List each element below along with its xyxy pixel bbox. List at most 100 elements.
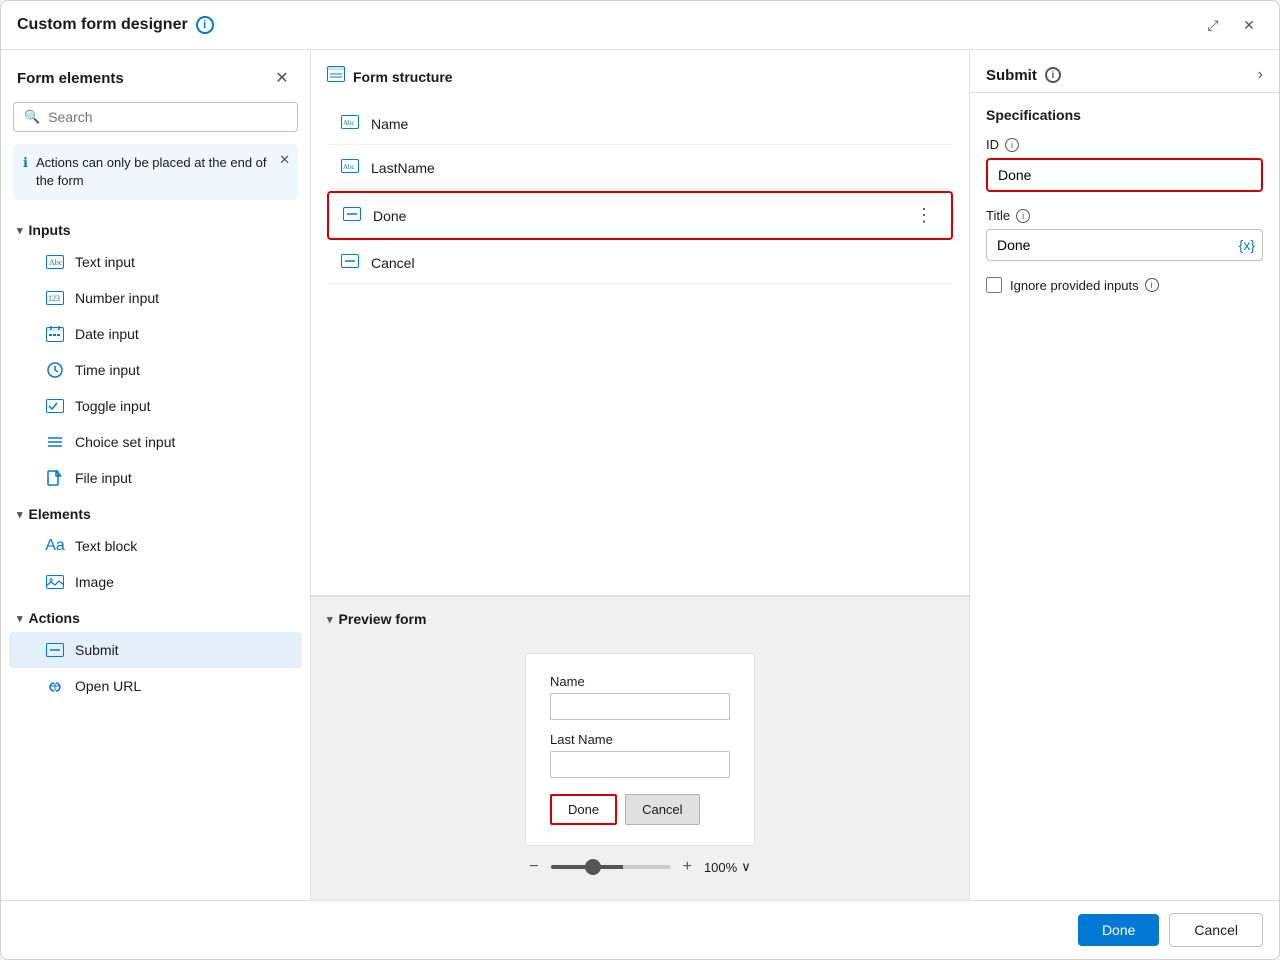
sidebar-item-number-input[interactable]: 123 Number input [9, 280, 302, 316]
search-icon: 🔍 [24, 109, 40, 125]
sidebar-item-file-input[interactable]: File input [9, 460, 302, 496]
sidebar-item-text-block[interactable]: Aa Text block [9, 528, 302, 564]
preview-name-label: Name [550, 674, 730, 689]
time-input-icon [45, 360, 65, 380]
specs-section: Specifications ID i Title i [970, 93, 1279, 307]
preview-cancel-button[interactable]: Cancel [625, 794, 699, 825]
name-item-icon: Abc [341, 115, 361, 132]
svg-text:123: 123 [48, 294, 60, 303]
form-item-done[interactable]: Done ⋮ [327, 191, 953, 240]
choice-set-input-label: Choice set input [75, 434, 175, 450]
done-item-icon [343, 207, 363, 224]
title-field-info-icon[interactable]: i [1016, 209, 1030, 223]
right-panel-info-icon[interactable]: i [1045, 67, 1061, 83]
cancel-item-label: Cancel [371, 255, 939, 271]
id-label-text: ID [986, 137, 999, 152]
right-panel-header: Submit i › [970, 50, 1279, 93]
info-banner-icon: ℹ [23, 155, 28, 171]
preview-done-button[interactable]: Done [550, 794, 617, 825]
sidebar-item-image[interactable]: Image [9, 564, 302, 600]
search-box[interactable]: 🔍 [13, 102, 298, 132]
expression-icon[interactable]: {x} [1239, 237, 1255, 253]
preview-name-input[interactable] [550, 693, 730, 720]
done-button[interactable]: Done [1078, 914, 1159, 946]
lastname-item-icon: Abc [341, 159, 361, 176]
text-block-icon: Aa [45, 536, 65, 556]
form-structure-header: Form structure [327, 66, 953, 87]
preview-card: Name Last Name Done Cancel [525, 653, 755, 846]
elements-chevron-icon: ▾ [17, 508, 23, 521]
zoom-chevron-icon[interactable]: ∨ [741, 859, 751, 875]
zoom-plus-button[interactable]: + [683, 858, 692, 876]
inputs-chevron-icon: ▾ [17, 224, 23, 237]
elements-section-header[interactable]: ▾ Elements [1, 496, 310, 528]
file-input-icon [45, 468, 65, 488]
cancel-button[interactable]: Cancel [1169, 913, 1263, 947]
close-window-button[interactable]: ✕ [1235, 11, 1263, 39]
zoom-slider[interactable] [551, 865, 671, 869]
sidebar-item-time-input[interactable]: Time input [9, 352, 302, 388]
toggle-input-label: Toggle input [75, 398, 151, 414]
done-item-more-button[interactable]: ⋮ [911, 205, 937, 226]
title-bar: Custom form designer i ⤢ ✕ [1, 1, 1279, 50]
submit-label: Submit [75, 642, 119, 658]
title-field-label: Title i [986, 208, 1263, 223]
right-panel-arrow-icon[interactable]: › [1258, 66, 1263, 84]
panel-scroll: ▾ Inputs Abc Text input [1, 212, 310, 900]
sidebar-item-date-input[interactable]: Date input [9, 316, 302, 352]
id-field-info-icon[interactable]: i [1005, 138, 1019, 152]
ignore-inputs-label[interactable]: Ignore provided inputs i [1010, 278, 1159, 293]
info-banner: ℹ Actions can only be placed at the end … [13, 144, 298, 200]
search-input[interactable] [48, 109, 287, 125]
preview-lastname-label: Last Name [550, 732, 730, 747]
form-item-lastname[interactable]: Abc LastName [327, 147, 953, 189]
preview-header[interactable]: ▾ Preview form [311, 597, 969, 637]
choice-set-input-icon [45, 432, 65, 452]
form-item-name[interactable]: Abc Name [327, 103, 953, 145]
preview-zoom: − + 100% ∨ [529, 846, 750, 884]
sidebar-item-submit[interactable]: Submit [9, 632, 302, 668]
title-label-text: Title [986, 208, 1010, 223]
inputs-section-header[interactable]: ▾ Inputs [1, 212, 310, 244]
form-structure-area: Form structure Abc Name [311, 50, 969, 596]
left-panel-close-button[interactable]: ✕ [270, 66, 294, 90]
title-field-group: Title i {x} [986, 208, 1263, 261]
center-panel: Form structure Abc Name [311, 50, 969, 900]
preview-lastname-input[interactable] [550, 751, 730, 778]
sidebar-item-text-input[interactable]: Abc Text input [9, 244, 302, 280]
ignore-inputs-info-icon[interactable]: i [1145, 278, 1159, 292]
zoom-minus-button[interactable]: − [529, 858, 538, 876]
right-panel-title-text: Submit [986, 67, 1037, 84]
left-panel: Form elements ✕ 🔍 ℹ Actions can only be … [1, 50, 311, 900]
right-panel-title: Submit i [986, 67, 1061, 84]
minimize-button[interactable]: ⤢ [1199, 11, 1227, 39]
title-field-input[interactable] [986, 229, 1263, 261]
cancel-item-icon [341, 254, 361, 271]
sidebar-item-choice-set-input[interactable]: Choice set input [9, 424, 302, 460]
preview-body: Name Last Name Done Cancel − + [311, 637, 969, 900]
info-banner-close-button[interactable]: ✕ [279, 152, 290, 168]
id-field-input[interactable] [986, 158, 1263, 192]
main-content: Form elements ✕ 🔍 ℹ Actions can only be … [1, 50, 1279, 900]
ignore-inputs-checkbox[interactable] [986, 277, 1002, 293]
actions-section-header[interactable]: ▾ Actions [1, 600, 310, 632]
form-item-cancel[interactable]: Cancel [327, 242, 953, 284]
number-input-icon: 123 [45, 288, 65, 308]
specs-title: Specifications [986, 107, 1263, 123]
sidebar-item-open-url[interactable]: Open URL [9, 668, 302, 704]
id-field-group: ID i [986, 137, 1263, 192]
text-input-icon: Abc [45, 252, 65, 272]
ignore-inputs-label-text: Ignore provided inputs [1010, 278, 1139, 293]
title-text: Custom form designer [17, 16, 188, 34]
actions-label: Actions [29, 610, 80, 626]
image-icon [45, 572, 65, 592]
title-info-icon[interactable]: i [196, 16, 214, 34]
main-window: Custom form designer i ⤢ ✕ Form elements… [0, 0, 1280, 960]
open-url-icon [45, 676, 65, 696]
svg-text:Abc: Abc [343, 119, 355, 127]
svg-text:Abc: Abc [343, 163, 355, 171]
title-field-wrapper: {x} [986, 229, 1263, 261]
preview-buttons: Done Cancel [550, 794, 730, 825]
number-input-label: Number input [75, 290, 159, 306]
sidebar-item-toggle-input[interactable]: Toggle input [9, 388, 302, 424]
